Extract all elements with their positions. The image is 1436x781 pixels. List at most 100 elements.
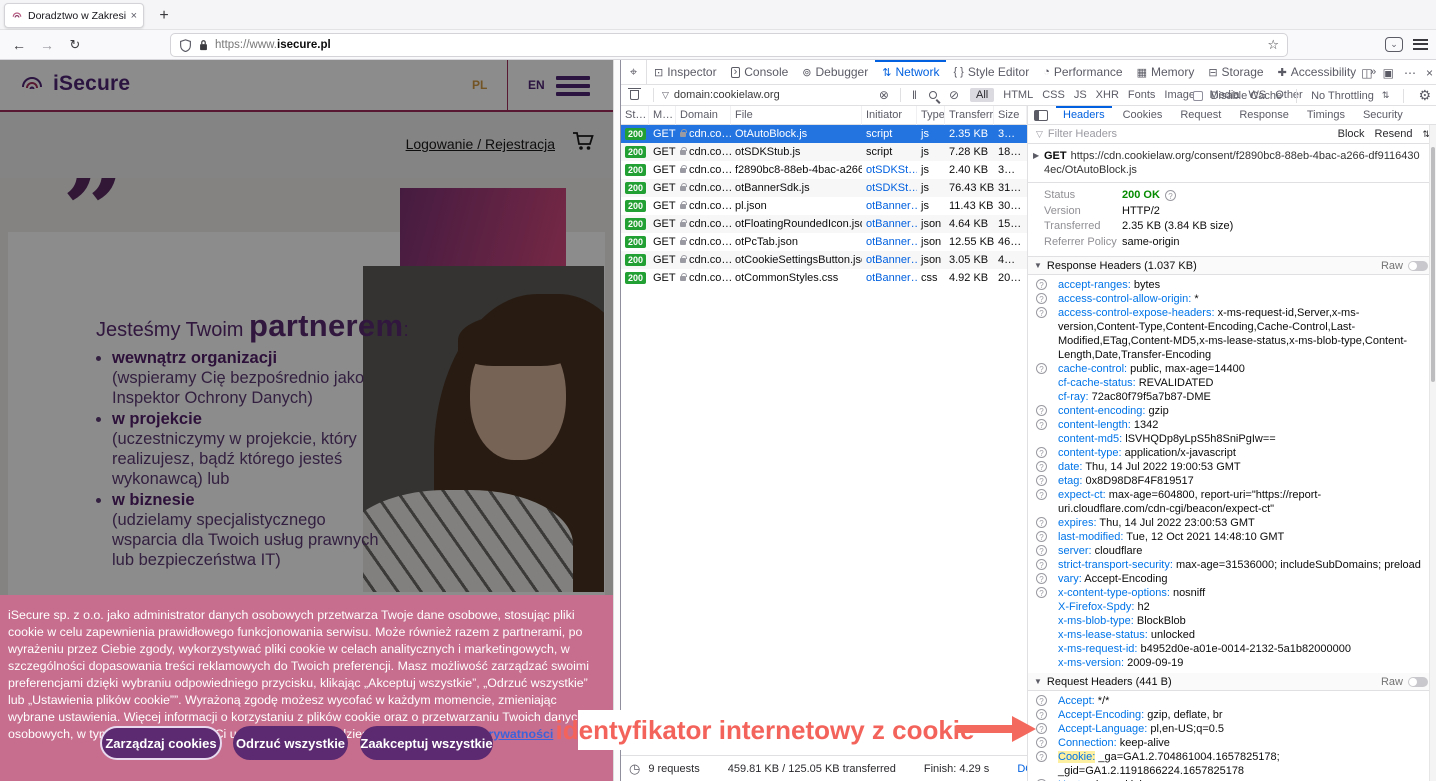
request-headers-section-bar[interactable]: ▼ Request Headers (441 B) Raw bbox=[1028, 673, 1436, 691]
column-header[interactable]: File bbox=[731, 106, 862, 125]
help-icon[interactable]: ? bbox=[1036, 307, 1047, 318]
bookmark-star-icon[interactable]: ☆ bbox=[1267, 37, 1279, 53]
header-name[interactable]: access-control-expose-headers: bbox=[1058, 307, 1215, 319]
request-url-row[interactable]: ▶ GEThttps://cdn.cookielaw.org/consent/f… bbox=[1028, 144, 1436, 183]
pocket-icon[interactable]: ⌄ bbox=[1385, 37, 1403, 52]
request-row[interactable]: 200GETcdn.co…otSDKStub.jsscriptjs7.28 KB… bbox=[621, 143, 1027, 161]
close-devtools-icon[interactable]: × bbox=[1426, 66, 1433, 80]
header-name[interactable]: vary: bbox=[1058, 573, 1082, 585]
resend-button[interactable]: Resend bbox=[1375, 128, 1413, 140]
header-name[interactable]: x-ms-lease-status: bbox=[1058, 629, 1148, 641]
lock-icon[interactable] bbox=[198, 39, 209, 51]
column-header[interactable]: Domain bbox=[676, 106, 731, 125]
column-header[interactable]: M… bbox=[649, 106, 676, 125]
tab-close-button[interactable]: × bbox=[131, 10, 137, 22]
block-button[interactable]: Block bbox=[1338, 128, 1365, 140]
header-name[interactable]: x-ms-request-id: bbox=[1058, 643, 1137, 655]
throttling-select[interactable]: No Throttling bbox=[1311, 90, 1374, 102]
collapse-caret-icon[interactable]: ▼ bbox=[1034, 261, 1042, 270]
column-header[interactable]: St… bbox=[621, 106, 649, 125]
new-tab-button[interactable]: + bbox=[152, 4, 176, 28]
browser-tab[interactable]: Doradztwo w Zakresie Ochrony Dany × bbox=[4, 3, 144, 28]
collapse-caret-icon[interactable]: ▼ bbox=[1034, 677, 1042, 686]
header-name[interactable]: Accept-Encoding: bbox=[1058, 709, 1144, 721]
devtools-tab-memory[interactable]: ▦Memory bbox=[1130, 60, 1202, 84]
help-icon[interactable]: ? bbox=[1036, 531, 1047, 542]
header-name[interactable]: accept-ranges: bbox=[1058, 279, 1131, 291]
help-icon[interactable]: ? bbox=[1165, 190, 1176, 201]
request-row[interactable]: 200GETcdn.co…pl.jsonotBanner…js11.43 KB3… bbox=[621, 197, 1027, 215]
url-filter-input[interactable]: domain:cookielaw.org bbox=[674, 89, 874, 101]
help-icon[interactable]: ? bbox=[1036, 447, 1047, 458]
cell-initiator[interactable]: otBanner… bbox=[862, 215, 917, 233]
header-name[interactable]: Connection: bbox=[1058, 737, 1117, 749]
help-icon[interactable]: ? bbox=[1036, 545, 1047, 556]
header-name[interactable]: last-modified: bbox=[1058, 531, 1123, 543]
response-headers-section-bar[interactable]: ▼ Response Headers (1.037 KB) Raw bbox=[1028, 257, 1436, 275]
type-filter-xhr[interactable]: XHR bbox=[1096, 89, 1119, 101]
detail-tab-response[interactable]: Response bbox=[1230, 106, 1298, 125]
page-scrollbar[interactable] bbox=[613, 60, 620, 781]
help-icon[interactable]: ? bbox=[1036, 559, 1047, 570]
request-row[interactable]: 200GETcdn.co…otCookieSettingsButton.json… bbox=[621, 251, 1027, 269]
separate-window-icon[interactable]: ▣ bbox=[1383, 66, 1394, 80]
block-icon[interactable]: ⊘ bbox=[949, 88, 959, 102]
cell-initiator[interactable]: otBanner… bbox=[862, 269, 917, 287]
header-name[interactable]: Cookie: bbox=[1058, 751, 1095, 763]
header-name[interactable]: expires: bbox=[1058, 517, 1097, 529]
reload-button[interactable]: ↻ bbox=[64, 35, 86, 55]
help-icon[interactable]: ? bbox=[1036, 517, 1047, 528]
cell-initiator[interactable]: otSDKSt… bbox=[862, 161, 917, 179]
header-name[interactable]: content-length: bbox=[1058, 419, 1131, 431]
reject-all-button[interactable]: Odrzuć wszystkie bbox=[233, 726, 348, 760]
help-icon[interactable]: ? bbox=[1036, 573, 1047, 584]
column-header[interactable]: Transferred bbox=[945, 106, 994, 125]
help-icon[interactable]: ? bbox=[1036, 461, 1047, 472]
expand-caret-icon[interactable]: ▶ bbox=[1033, 149, 1039, 163]
help-icon[interactable]: ? bbox=[1036, 419, 1047, 430]
help-icon[interactable]: ? bbox=[1036, 293, 1047, 304]
request-row[interactable]: 200GETcdn.co…OtAutoBlock.jsscriptjs2.35 … bbox=[621, 125, 1027, 143]
header-name[interactable]: content-type: bbox=[1058, 447, 1122, 459]
header-name[interactable]: Accept: bbox=[1058, 695, 1095, 707]
devtools-tab-accessibility[interactable]: ✚Accessibility bbox=[1271, 60, 1364, 84]
type-filter-fonts[interactable]: Fonts bbox=[1128, 89, 1156, 101]
column-header[interactable]: Size bbox=[994, 106, 1027, 125]
header-name[interactable]: Accept-Language: bbox=[1058, 723, 1147, 735]
accept-all-button[interactable]: Zaakceptuj wszystkie bbox=[360, 726, 493, 760]
header-name[interactable]: X-Firefox-Spdy: bbox=[1058, 601, 1134, 613]
pick-element-button[interactable]: ⌖ bbox=[621, 60, 647, 84]
help-icon[interactable]: ? bbox=[1036, 695, 1047, 706]
forward-button[interactable]: → bbox=[36, 35, 58, 55]
type-filter-js[interactable]: JS bbox=[1074, 89, 1087, 101]
header-name[interactable]: content-encoding: bbox=[1058, 405, 1145, 417]
type-filter-html[interactable]: HTML bbox=[1003, 89, 1033, 101]
help-icon[interactable]: ? bbox=[1036, 723, 1047, 734]
manage-cookies-button[interactable]: Zarządzaj cookies bbox=[100, 726, 222, 760]
help-icon[interactable]: ? bbox=[1036, 709, 1047, 720]
help-icon[interactable]: ? bbox=[1036, 587, 1047, 598]
headers-scrollbar[interactable] bbox=[1429, 125, 1436, 781]
header-name[interactable]: date: bbox=[1058, 461, 1082, 473]
devtools-tab-inspector[interactable]: ⊡Inspector bbox=[647, 60, 724, 84]
search-icon[interactable] bbox=[929, 91, 937, 99]
split-view-icon[interactable]: ◫ bbox=[1361, 66, 1372, 80]
column-header[interactable]: Type bbox=[917, 106, 945, 125]
cell-initiator[interactable]: otSDKSt… bbox=[862, 179, 917, 197]
devtools-tab-performance[interactable]: ◔Performance bbox=[1036, 60, 1129, 84]
pause-icon[interactable]: ‖ bbox=[912, 88, 917, 102]
column-header[interactable]: Initiator bbox=[862, 106, 917, 125]
request-row[interactable]: 200GETcdn.co…otFloatingRoundedIcon.jsono… bbox=[621, 215, 1027, 233]
help-icon[interactable]: ? bbox=[1036, 489, 1047, 500]
back-button[interactable]: ← bbox=[8, 35, 30, 55]
header-name[interactable]: access-control-allow-origin: bbox=[1058, 293, 1191, 305]
cell-initiator[interactable]: otBanner… bbox=[862, 197, 917, 215]
header-name[interactable]: content-md5: bbox=[1058, 433, 1122, 445]
devtools-tab-style-editor[interactable]: { }Style Editor bbox=[946, 60, 1036, 84]
raw-toggle[interactable] bbox=[1408, 677, 1428, 687]
more-options-icon[interactable]: ⋯ bbox=[1404, 66, 1416, 80]
filter-headers-input[interactable]: Filter Headers bbox=[1048, 128, 1117, 140]
detail-tab-headers[interactable]: Headers bbox=[1054, 106, 1114, 125]
header-name[interactable]: x-ms-version: bbox=[1058, 657, 1124, 669]
shield-icon[interactable] bbox=[179, 39, 192, 52]
